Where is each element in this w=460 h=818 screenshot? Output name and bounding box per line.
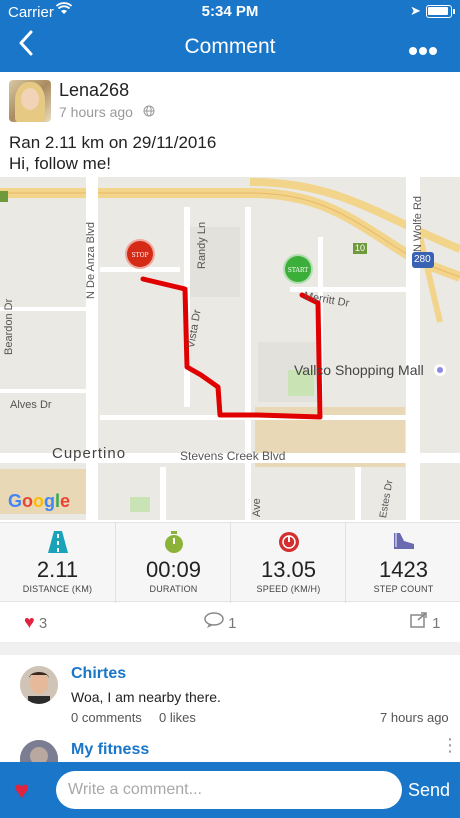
- send-button[interactable]: Send: [408, 780, 450, 801]
- stopwatch-icon: [116, 531, 231, 555]
- steps-label: STEP COUNT: [373, 584, 434, 594]
- comment-compose-bar: ♥ Send: [0, 762, 460, 818]
- stat-speed: 13.05 SPEED (KM/H): [230, 523, 345, 603]
- share-icon: [410, 612, 432, 632]
- battery-icon: [426, 5, 455, 18]
- speedometer-icon: [231, 531, 346, 555]
- more-options-icon[interactable]: [408, 36, 438, 62]
- like-heart-icon[interactable]: ♥: [14, 775, 29, 806]
- stat-duration: 00:09 DURATION: [115, 523, 230, 603]
- comment-replies-count[interactable]: 0 comments: [71, 710, 142, 725]
- route-map[interactable]: N De Anza Blvd Randy Ln N Wolfe Rd Beard…: [0, 177, 460, 520]
- post-time: 7 hours ago: [59, 104, 133, 120]
- google-logo: Google: [8, 491, 71, 511]
- speed-value: 13.05: [260, 557, 317, 582]
- map-label-beardon: Beardon Dr: [3, 298, 15, 355]
- commenter-name[interactable]: Chirtes: [71, 665, 126, 683]
- map-label-wolfe: N Wolfe Rd: [412, 195, 424, 252]
- distance-label: DISTANCE (KM): [22, 584, 93, 594]
- commenter-name[interactable]: My fitness: [71, 741, 149, 759]
- duration-value: 00:09: [145, 557, 202, 582]
- steps-value: 1423: [379, 557, 428, 582]
- map-label-alves: Alves Dr: [10, 399, 52, 411]
- comment-time: 7 hours ago: [380, 710, 449, 725]
- stat-steps: 1423 STEP COUNT: [345, 523, 460, 603]
- map-label-ave: Ave: [251, 498, 263, 517]
- stat-distance: 2.11 DISTANCE (KM): [0, 523, 115, 603]
- top-bar: Carrier 5:34 PM ➤ Comment: [0, 0, 460, 72]
- map-label-randy: Randy Ln: [196, 221, 208, 269]
- comment-input[interactable]: [56, 771, 402, 809]
- section-separator: [0, 643, 460, 655]
- map-label-hwy280: 280: [414, 254, 431, 265]
- comment-likes-count[interactable]: 0 likes: [159, 710, 196, 725]
- like-button[interactable]: ♥ 3: [24, 612, 47, 633]
- commenter-avatar[interactable]: [20, 666, 58, 704]
- author-avatar[interactable]: [9, 80, 51, 122]
- comment-bubble-icon: [204, 612, 228, 632]
- share-button[interactable]: 1: [410, 612, 441, 632]
- status-bar: Carrier 5:34 PM ➤: [0, 0, 460, 24]
- map-label-vallco: Vallco Shopping Mall: [294, 362, 424, 378]
- duration-label: DURATION: [149, 584, 198, 594]
- map-canvas: [0, 177, 460, 520]
- stop-marker[interactable]: STOP: [125, 239, 155, 269]
- post-run-summary: Ran 2.11 km on 29/11/2016: [9, 133, 217, 152]
- map-label-cupertino: Cupertino: [52, 445, 127, 462]
- globe-icon: [143, 105, 155, 120]
- shoe-icon: [346, 531, 460, 555]
- post-actions: ♥ 3 1 1: [0, 603, 460, 643]
- share-count: 1: [432, 615, 441, 632]
- page-title: Comment: [184, 35, 276, 58]
- comment-count: 1: [228, 615, 237, 632]
- location-arrow-icon: ➤: [410, 3, 421, 18]
- clock: 5:34 PM: [201, 3, 259, 20]
- heart-icon: ♥: [24, 612, 35, 632]
- speed-label: SPEED (KM/H): [256, 584, 321, 594]
- post-message: Hi, follow me!: [9, 154, 112, 173]
- like-count: 3: [38, 615, 48, 632]
- road-icon: [0, 531, 115, 555]
- run-stats: 2.11 DISTANCE (KM) 00:09 DURATION 13.05 …: [0, 522, 460, 603]
- map-label-hwy10: 10: [355, 243, 366, 253]
- author-username[interactable]: Lena268: [59, 80, 129, 101]
- comment-text: Woa, I am nearby there.: [71, 689, 221, 705]
- comment-count-button[interactable]: 1: [204, 612, 237, 632]
- distance-value: 2.11: [36, 557, 79, 582]
- comment-options-icon[interactable]: ⋮: [441, 736, 459, 754]
- start-marker[interactable]: START: [283, 254, 313, 284]
- map-label-stevens: Stevens Creek Blvd: [180, 449, 286, 463]
- post-text: Ran 2.11 km on 29/11/2016 Hi, follow me!: [9, 132, 216, 174]
- map-label-de-anza: N De Anza Blvd: [85, 221, 97, 299]
